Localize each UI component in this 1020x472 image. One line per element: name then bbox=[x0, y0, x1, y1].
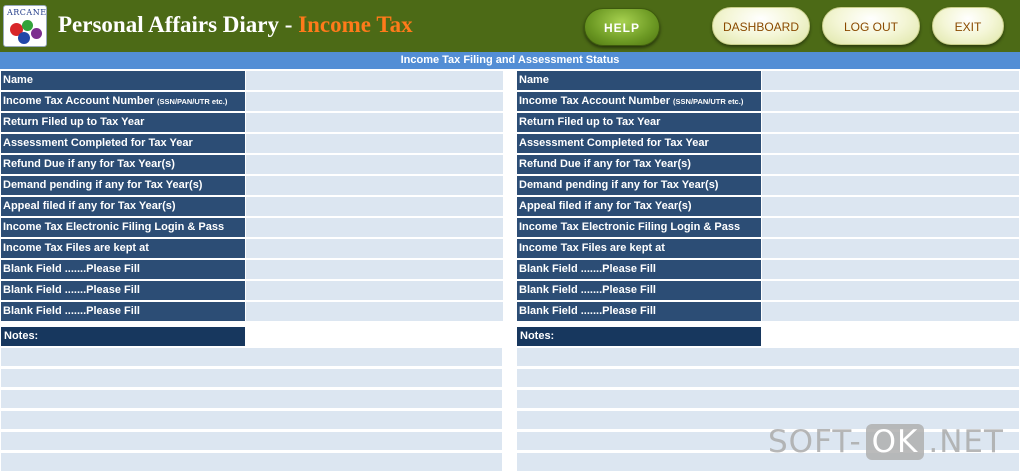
field-input[interactable] bbox=[246, 113, 503, 132]
notes-label: Notes: bbox=[1, 327, 245, 346]
form-row: Refund Due if any for Tax Year(s) bbox=[1, 155, 503, 174]
form-row: Income Tax Files are kept at bbox=[1, 239, 503, 258]
help-button[interactable]: HELP bbox=[584, 8, 660, 46]
form-row: Blank Field .......Please Fill bbox=[1, 260, 503, 279]
field-label: Refund Due if any for Tax Year(s) bbox=[1, 155, 245, 174]
notes-input-line[interactable] bbox=[1, 411, 502, 429]
form-row: Name bbox=[1, 71, 503, 90]
app-header: ARCANE Personal Affairs Diary - Income T… bbox=[0, 0, 1020, 52]
form-row: Blank Field .......Please Fill bbox=[517, 260, 1019, 279]
form-row: Blank Field .......Please Fill bbox=[1, 281, 503, 300]
field-input[interactable] bbox=[762, 92, 1019, 111]
page-title: Personal Affairs Diary - Income Tax bbox=[58, 12, 413, 37]
field-label: Name bbox=[517, 71, 761, 90]
form-row: Income Tax Account Number (SSN/PAN/UTR e… bbox=[1, 92, 503, 111]
field-input[interactable] bbox=[246, 302, 503, 321]
logo-text: ARCANE bbox=[7, 8, 47, 17]
notes-input-line[interactable] bbox=[1, 432, 502, 450]
field-label: Blank Field .......Please Fill bbox=[1, 281, 245, 300]
notes-input-line[interactable] bbox=[1, 453, 502, 471]
field-label: Demand pending if any for Tax Year(s) bbox=[1, 176, 245, 195]
notes-input-line[interactable] bbox=[517, 348, 1019, 366]
form-row: Blank Field .......Please Fill bbox=[517, 281, 1019, 300]
field-input[interactable] bbox=[246, 92, 503, 111]
field-input[interactable] bbox=[762, 155, 1019, 174]
exit-button[interactable]: EXIT bbox=[932, 7, 1004, 45]
section-title-bar: Income Tax Filing and Assessment Status bbox=[0, 52, 1020, 69]
form-row: Appeal filed if any for Tax Year(s) bbox=[517, 197, 1019, 216]
notes-input-line[interactable] bbox=[1, 348, 502, 366]
field-label: Assessment Completed for Tax Year bbox=[517, 134, 761, 153]
logout-button[interactable]: LOG OUT bbox=[822, 7, 920, 45]
field-input[interactable] bbox=[246, 155, 503, 174]
notes-label: Notes: bbox=[517, 327, 761, 346]
notes-input-line[interactable] bbox=[1, 390, 502, 408]
field-input[interactable] bbox=[762, 176, 1019, 195]
field-label: Income Tax Electronic Filing Login & Pas… bbox=[517, 218, 761, 237]
field-label: Income Tax Files are kept at bbox=[517, 239, 761, 258]
form-row: Assessment Completed for Tax Year bbox=[1, 134, 503, 153]
field-label: Assessment Completed for Tax Year bbox=[1, 134, 245, 153]
form-row: Return Filed up to Tax Year bbox=[1, 113, 503, 132]
field-label: Income Tax Files are kept at bbox=[1, 239, 245, 258]
field-input[interactable] bbox=[246, 71, 503, 90]
field-label: Appeal filed if any for Tax Year(s) bbox=[517, 197, 761, 216]
form-row: Return Filed up to Tax Year bbox=[517, 113, 1019, 132]
form-row: Blank Field .......Please Fill bbox=[517, 302, 1019, 321]
watermark: SOFT- OK .NET bbox=[768, 424, 1004, 460]
field-label: Blank Field .......Please Fill bbox=[517, 281, 761, 300]
field-input[interactable] bbox=[246, 260, 503, 279]
form-row: Income Tax Account Number (SSN/PAN/UTR e… bbox=[517, 92, 1019, 111]
field-input[interactable] bbox=[246, 134, 503, 153]
field-input[interactable] bbox=[246, 281, 503, 300]
app-logo: ARCANE bbox=[3, 5, 47, 47]
field-label: Name bbox=[1, 71, 245, 90]
field-label: Blank Field .......Please Fill bbox=[517, 302, 761, 321]
field-label: Income Tax Electronic Filing Login & Pas… bbox=[1, 218, 245, 237]
notes-input-line[interactable] bbox=[517, 390, 1019, 408]
logo-dot-purple bbox=[31, 28, 42, 39]
field-input[interactable] bbox=[762, 134, 1019, 153]
form-row: Income Tax Files are kept at bbox=[517, 239, 1019, 258]
field-input[interactable] bbox=[762, 218, 1019, 237]
form-row: Assessment Completed for Tax Year bbox=[517, 134, 1019, 153]
field-input[interactable] bbox=[762, 260, 1019, 279]
logo-dot-blue bbox=[18, 32, 30, 44]
field-label: Demand pending if any for Tax Year(s) bbox=[517, 176, 761, 195]
field-input[interactable] bbox=[246, 176, 503, 195]
form-row: Name bbox=[517, 71, 1019, 90]
form-row: Income Tax Electronic Filing Login & Pas… bbox=[1, 218, 503, 237]
field-input[interactable] bbox=[762, 71, 1019, 90]
field-input[interactable] bbox=[246, 197, 503, 216]
field-input[interactable] bbox=[762, 281, 1019, 300]
field-label: Return Filed up to Tax Year bbox=[1, 113, 245, 132]
field-input[interactable] bbox=[762, 302, 1019, 321]
field-input[interactable] bbox=[762, 113, 1019, 132]
field-label: Appeal filed if any for Tax Year(s) bbox=[1, 197, 245, 216]
field-label: Refund Due if any for Tax Year(s) bbox=[517, 155, 761, 174]
field-label: Blank Field .......Please Fill bbox=[517, 260, 761, 279]
form-row: Blank Field .......Please Fill bbox=[1, 302, 503, 321]
field-label: Return Filed up to Tax Year bbox=[517, 113, 761, 132]
field-input[interactable] bbox=[246, 218, 503, 237]
notes-input-line[interactable] bbox=[1, 369, 502, 387]
field-input[interactable] bbox=[762, 239, 1019, 258]
field-label: Blank Field .......Please Fill bbox=[1, 302, 245, 321]
field-input[interactable] bbox=[246, 239, 503, 258]
form-row: Demand pending if any for Tax Year(s) bbox=[517, 176, 1019, 195]
form-row: Appeal filed if any for Tax Year(s) bbox=[1, 197, 503, 216]
field-input[interactable] bbox=[762, 197, 1019, 216]
form-row: Income Tax Electronic Filing Login & Pas… bbox=[517, 218, 1019, 237]
field-label: Income Tax Account Number (SSN/PAN/UTR e… bbox=[1, 92, 245, 111]
form-row: Refund Due if any for Tax Year(s) bbox=[517, 155, 1019, 174]
dashboard-button[interactable]: DASHBOARD bbox=[712, 7, 810, 45]
notes-input-line[interactable] bbox=[517, 369, 1019, 387]
form-row: Demand pending if any for Tax Year(s) bbox=[1, 176, 503, 195]
field-label: Income Tax Account Number (SSN/PAN/UTR e… bbox=[517, 92, 761, 111]
field-label: Blank Field .......Please Fill bbox=[1, 260, 245, 279]
